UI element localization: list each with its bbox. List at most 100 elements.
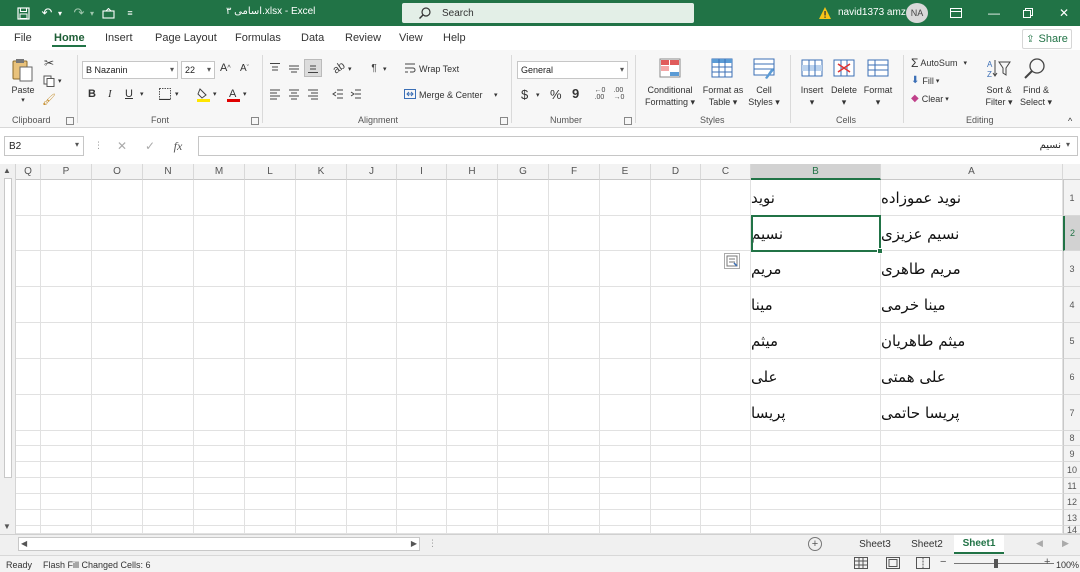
column-header-n[interactable]: N	[143, 164, 194, 180]
find-select-icon[interactable]	[1022, 56, 1048, 82]
insert-cells-button[interactable]: Insert ▾	[796, 84, 828, 108]
zoom-slider[interactable]	[954, 563, 1054, 564]
cell-a2[interactable]: نسیم عزیزی	[881, 216, 1061, 251]
column-header-d[interactable]: D	[651, 164, 701, 180]
format-painter-icon[interactable]: 🖌	[42, 93, 56, 106]
autosum-button[interactable]: Σ AutoSum ▾	[911, 56, 967, 70]
align-right-icon[interactable]	[306, 87, 320, 101]
row-header-7[interactable]: 7	[1063, 395, 1080, 431]
wrap-text-button[interactable]: Wrap Text	[419, 64, 459, 74]
orientation-dropdown-icon[interactable]: ▾	[348, 65, 352, 73]
column-header-l[interactable]: L	[245, 164, 296, 180]
column-header-h[interactable]: H	[447, 164, 498, 180]
wrap-text-icon[interactable]	[404, 62, 416, 74]
close-icon[interactable]: ✕	[1054, 3, 1074, 23]
normal-view-icon[interactable]	[854, 557, 868, 569]
expand-formula-bar-icon[interactable]: ▾	[1066, 140, 1070, 149]
delete-cells-button[interactable]: Delete ▾	[828, 84, 860, 108]
column-header-q[interactable]: Q	[16, 164, 41, 180]
alignment-launcher-icon[interactable]	[500, 117, 508, 125]
scroll-down-icon[interactable]: ▼	[3, 522, 11, 531]
tab-help[interactable]: Help	[443, 32, 466, 44]
font-color-dropdown-icon[interactable]: ▾	[243, 90, 247, 98]
share-button[interactable]: ⇪ Share	[1022, 29, 1072, 49]
horizontal-scrollbar[interactable]: ◀ ▶	[18, 537, 420, 551]
text-direction-icon[interactable]: ¶	[367, 61, 381, 75]
merge-center-icon[interactable]	[403, 87, 417, 101]
font-name-combo[interactable]: B Nazanin ▾	[82, 61, 178, 79]
cell-a1[interactable]: نوید عموزاده	[881, 180, 1061, 216]
column-header-i[interactable]: I	[397, 164, 447, 180]
row-header-11[interactable]: 11	[1063, 478, 1080, 494]
align-center-icon[interactable]	[287, 87, 301, 101]
format-cells-button[interactable]: Format ▾	[860, 84, 896, 108]
scroll-left-icon[interactable]: ◀	[21, 539, 27, 548]
column-header-c[interactable]: C	[701, 164, 751, 180]
column-header-m[interactable]: M	[194, 164, 245, 180]
cell-b4[interactable]: مینا	[751, 287, 878, 323]
tab-page-layout[interactable]: Page Layout	[155, 32, 217, 44]
tab-data[interactable]: Data	[301, 32, 324, 44]
grow-font-button[interactable]: A ^	[220, 62, 231, 74]
row-header-4[interactable]: 4	[1063, 287, 1080, 323]
avatar[interactable]: NA	[906, 3, 928, 23]
underline-dropdown-icon[interactable]: ▾	[140, 90, 144, 98]
currency-dropdown-icon[interactable]: ▾	[536, 91, 540, 99]
zoom-slider-thumb[interactable]	[994, 559, 998, 568]
text-direction-dropdown-icon[interactable]: ▾	[383, 65, 387, 73]
cell-a7[interactable]: پریسا حاتمی	[881, 395, 1061, 431]
select-all-corner[interactable]	[1063, 164, 1080, 180]
enter-icon[interactable]: ✓	[136, 139, 164, 153]
cell-styles-button[interactable]: Cell Styles ▾	[744, 84, 784, 108]
fill-color-icon[interactable]	[196, 86, 210, 102]
borders-dropdown-icon[interactable]: ▾	[175, 90, 179, 98]
column-header-o[interactable]: O	[92, 164, 143, 180]
copy-dropdown-icon[interactable]: ▾	[58, 77, 62, 85]
new-sheet-button[interactable]: +	[808, 537, 822, 551]
paste-icon[interactable]	[10, 56, 36, 84]
increase-indent-icon[interactable]	[349, 87, 363, 101]
name-box[interactable]: B2 ▾	[4, 136, 84, 156]
conditional-formatting-icon[interactable]	[658, 57, 682, 81]
conditional-formatting-button[interactable]: Conditional Formatting ▾	[640, 84, 700, 108]
row-header-14[interactable]: 14	[1063, 525, 1080, 535]
account-name[interactable]: navid1373 amz	[838, 7, 906, 18]
tab-insert[interactable]: Insert	[105, 32, 133, 44]
scroll-up-icon[interactable]: ▲	[3, 166, 11, 175]
page-break-view-icon[interactable]	[916, 557, 930, 569]
align-middle-icon[interactable]	[287, 61, 301, 75]
fill-color-dropdown-icon[interactable]: ▾	[213, 90, 217, 98]
cell-a5[interactable]: میثم طاهریان	[881, 323, 1061, 359]
row-header-12[interactable]: 12	[1063, 494, 1080, 510]
format-cells-icon[interactable]	[866, 57, 890, 81]
column-header-b[interactable]: B	[751, 164, 881, 180]
column-header-f[interactable]: F	[549, 164, 600, 180]
font-color-icon[interactable]: A	[226, 86, 240, 102]
row-header-9[interactable]: 9	[1063, 446, 1080, 462]
number-launcher-icon[interactable]	[624, 117, 632, 125]
column-header-g[interactable]: G	[498, 164, 549, 180]
percent-button[interactable]: %	[550, 87, 562, 102]
cut-icon[interactable]: ✂	[42, 56, 56, 70]
row-header-2[interactable]: 2	[1063, 216, 1080, 251]
cell-b3[interactable]: مریم	[751, 251, 878, 287]
touch-mode-icon[interactable]	[100, 4, 116, 22]
find-select-button[interactable]: Find & Select ▾	[1016, 84, 1056, 108]
restore-icon[interactable]	[1018, 3, 1038, 23]
sort-filter-button[interactable]: Sort & Filter ▾	[980, 84, 1018, 108]
decrease-decimal-icon[interactable]: .00 →0	[612, 87, 626, 101]
fill-handle[interactable]	[877, 248, 883, 254]
delete-cells-icon[interactable]	[832, 57, 856, 81]
tab-formulas[interactable]: Formulas	[235, 32, 281, 44]
ribbon-display-options-icon[interactable]	[946, 3, 966, 23]
search-box[interactable]: Search	[402, 3, 694, 23]
align-left-icon[interactable]	[268, 87, 282, 101]
column-header-j[interactable]: J	[347, 164, 397, 180]
row-header-10[interactable]: 10	[1063, 462, 1080, 478]
customize-toolbar-icon[interactable]: ≡	[124, 4, 136, 22]
tab-split-icon[interactable]: ⋮	[428, 538, 437, 549]
tab-file[interactable]: File	[14, 32, 32, 44]
tab-scroll-right-icon[interactable]: ▶	[1062, 538, 1069, 549]
vertical-scroll-thumb[interactable]	[4, 178, 12, 478]
sheet-tab-sheet2[interactable]: Sheet2	[904, 535, 950, 554]
